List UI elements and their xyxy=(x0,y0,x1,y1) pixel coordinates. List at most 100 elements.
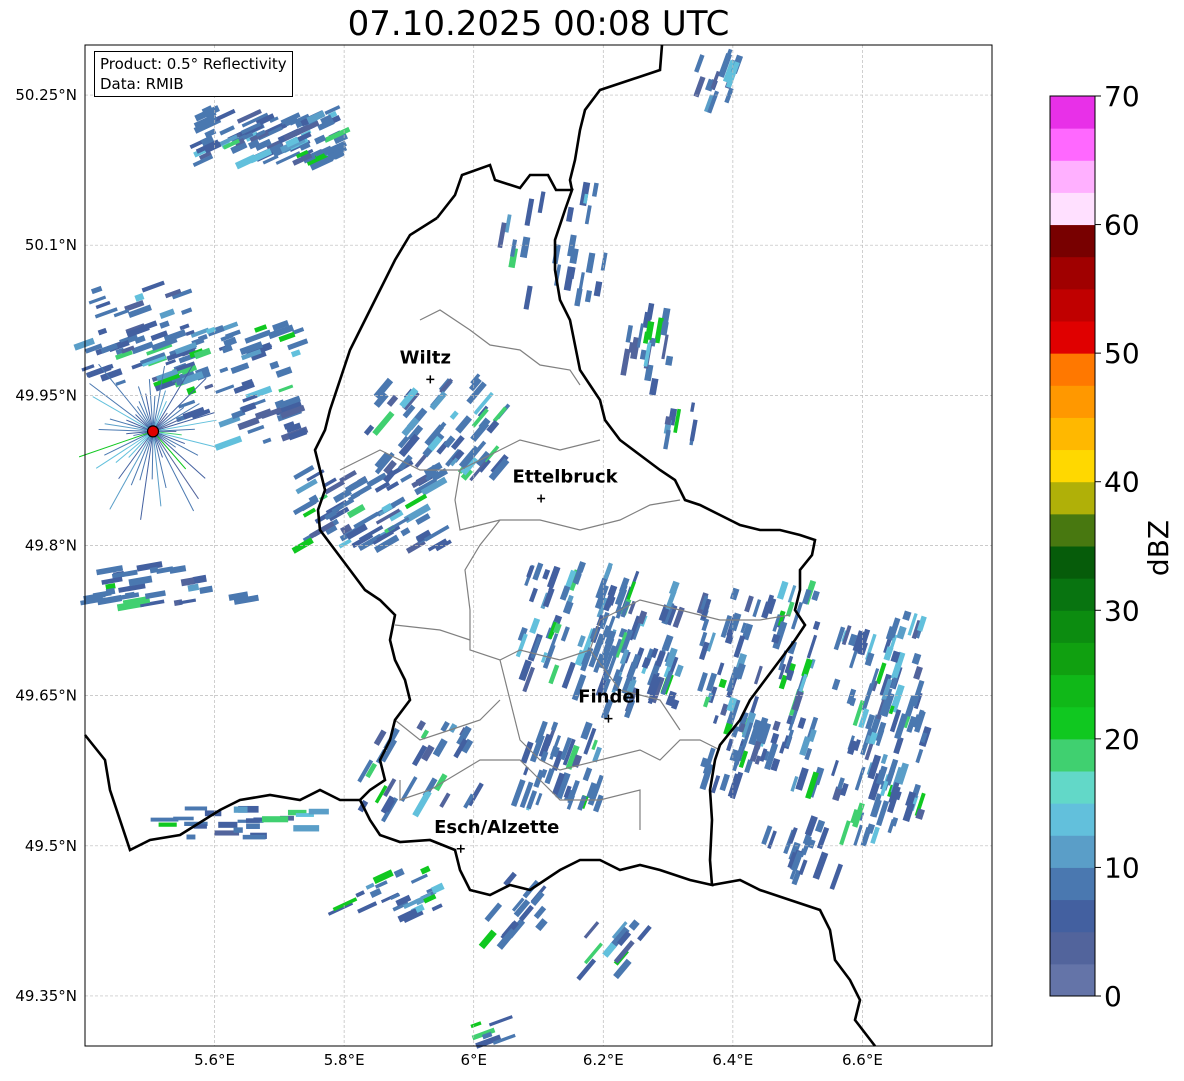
echo-cell xyxy=(357,901,378,914)
colorbar: 0 10 20 30 40 50 60 70 dBZ xyxy=(1049,80,1175,1013)
echo-cell xyxy=(584,205,592,225)
radar-map: Wiltz Ettelbruck Findel Esch/Alzette 5.6°E 5… xyxy=(15,44,1175,1069)
echo-cell xyxy=(812,851,829,880)
echo-cell xyxy=(829,863,843,890)
country-border xyxy=(568,44,664,191)
colorbar-bin xyxy=(1050,674,1095,708)
echo-cell xyxy=(338,538,352,549)
echo-cell xyxy=(90,285,103,295)
canton-border xyxy=(394,624,471,641)
echo-cell xyxy=(797,717,807,730)
echo-cell xyxy=(141,280,165,293)
echo-cell xyxy=(706,632,716,652)
echo-cell xyxy=(290,349,301,358)
echo-cell xyxy=(95,300,111,310)
echo-cell xyxy=(293,825,320,832)
echo-cell xyxy=(911,652,922,665)
canton-border xyxy=(394,699,501,741)
echo-cell xyxy=(532,562,544,581)
clutter-spoke xyxy=(109,431,154,510)
echo-cell xyxy=(890,817,899,827)
city-label: Wiltz xyxy=(400,347,451,368)
echo-cell xyxy=(204,383,214,390)
echo-cell xyxy=(535,918,548,932)
echo-cell xyxy=(420,865,431,875)
echo-cell xyxy=(219,366,229,374)
clutter-spoke xyxy=(89,383,154,432)
echo-cell xyxy=(902,610,912,621)
echo-cell xyxy=(593,281,603,297)
echo-cell xyxy=(620,348,631,376)
colorbar-bin xyxy=(1050,963,1095,997)
colorbar-bin xyxy=(1050,803,1095,836)
echo-cell xyxy=(218,821,238,828)
echo-cell xyxy=(896,625,907,640)
echo-cell xyxy=(582,767,593,782)
echo-cell xyxy=(159,308,175,319)
radar-site xyxy=(146,425,160,438)
city-marker-icon xyxy=(426,375,435,384)
colorbar-tick-label: 10 xyxy=(1104,851,1140,884)
echo-cell xyxy=(689,419,698,442)
echo-cell xyxy=(400,473,413,483)
echo-cell xyxy=(576,561,586,573)
product-label: Product: 0.5° Reflectivity xyxy=(100,55,287,73)
colorbar-bin xyxy=(1050,835,1095,868)
echo-cell xyxy=(729,587,740,601)
echo-cell xyxy=(193,347,212,360)
clutter-spoke xyxy=(152,431,195,512)
colorbar-bin xyxy=(1050,128,1095,161)
colorbar-bin xyxy=(1050,610,1095,643)
echo-cell xyxy=(215,384,235,394)
echo-cell xyxy=(199,585,213,594)
echo-cell xyxy=(230,362,250,374)
echo-cell xyxy=(806,634,818,659)
country-border xyxy=(711,878,877,1047)
echo-cell xyxy=(295,478,318,495)
echo-cell xyxy=(363,424,375,436)
colorbar-tick-label: 20 xyxy=(1104,723,1140,756)
echo-cell xyxy=(665,355,674,366)
colorbar-bin xyxy=(1050,417,1095,451)
lon-tick-label: 6.4°E xyxy=(712,1051,753,1069)
echo-cell xyxy=(100,343,119,354)
echo-cell xyxy=(626,581,637,600)
colorbar-bin xyxy=(1050,931,1095,965)
product-legend: Product: 0.5° Reflectivity Data: RMIB xyxy=(94,51,293,97)
echo-cell xyxy=(913,665,923,680)
colorbar-bin xyxy=(1050,192,1095,226)
lat-tick-label: 49.8°N xyxy=(25,537,77,555)
echo-cell xyxy=(275,366,293,378)
echo-cell xyxy=(831,759,839,777)
echo-cell xyxy=(718,678,727,689)
lon-tick-label: 5.6°E xyxy=(194,1051,235,1069)
colorbar-bin xyxy=(1050,578,1095,611)
echo-cell xyxy=(566,206,574,223)
echo-cell xyxy=(144,590,166,600)
colorbar-bin xyxy=(1050,706,1095,740)
echo-cell xyxy=(585,252,596,274)
lat-tick-label: 49.35°N xyxy=(15,987,77,1005)
echo-cell xyxy=(519,236,531,259)
radar-echoes xyxy=(73,48,932,1049)
echo-cell xyxy=(416,720,426,731)
echo-cell xyxy=(744,759,753,774)
echo-cell xyxy=(332,897,358,912)
colorbar-bin xyxy=(1050,738,1095,772)
echo-cell xyxy=(181,307,193,315)
echo-cell xyxy=(262,437,272,445)
city-label: Ettelbruck xyxy=(513,466,619,487)
echo-cell xyxy=(716,662,725,676)
echo-cell xyxy=(233,827,243,833)
city-label: Findel xyxy=(578,687,641,708)
echo-cell xyxy=(542,568,551,580)
echo-cell xyxy=(81,364,95,372)
echo-cell xyxy=(179,323,190,331)
colorbar-bin xyxy=(1050,481,1095,515)
colorbar-bin xyxy=(1050,353,1095,386)
echo-cell xyxy=(184,806,208,811)
echo-cell xyxy=(400,776,418,803)
echo-cell xyxy=(308,808,329,815)
echo-cell xyxy=(637,924,652,942)
lon-tick-label: 6.2°E xyxy=(583,1051,624,1069)
